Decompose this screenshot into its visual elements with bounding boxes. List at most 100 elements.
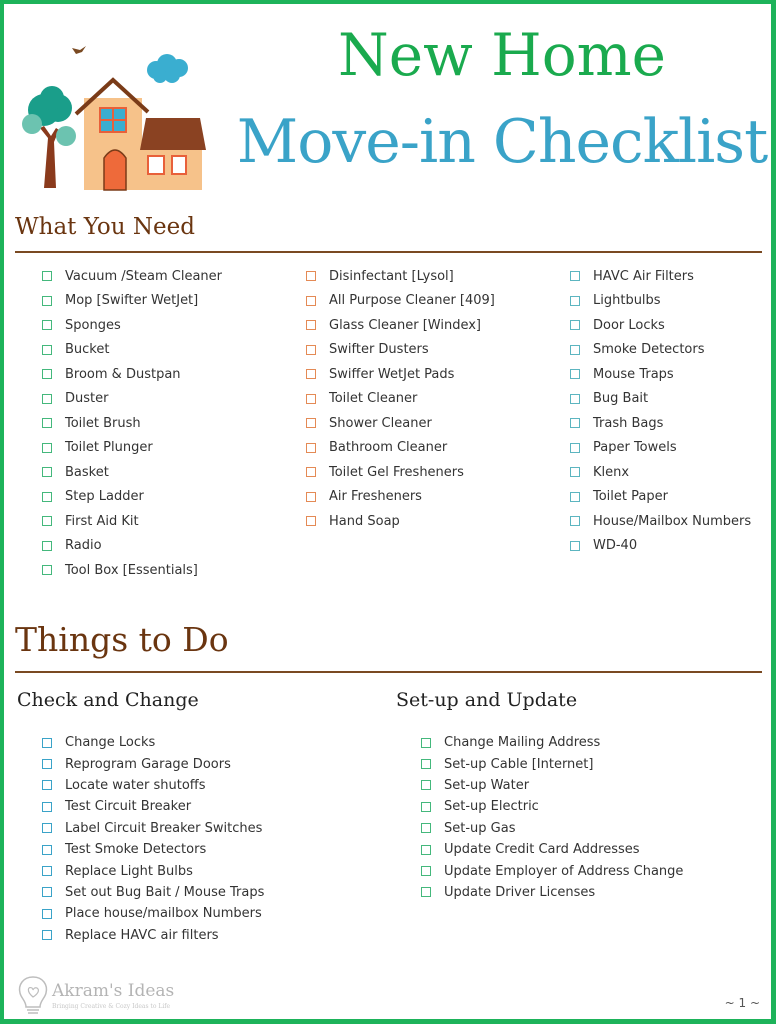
checklist-item-label: Mouse Traps bbox=[593, 366, 674, 382]
checkbox-icon[interactable] bbox=[42, 908, 52, 919]
checklist-item-label: Radio bbox=[65, 538, 102, 554]
checklist-item: Toilet Cleaner bbox=[306, 387, 495, 412]
checkbox-icon[interactable] bbox=[306, 271, 316, 282]
checkbox-icon[interactable] bbox=[570, 442, 580, 453]
checklist-item-label: Bathroom Cleaner bbox=[329, 440, 448, 456]
checkbox-icon[interactable] bbox=[306, 418, 316, 429]
checkbox-icon[interactable] bbox=[42, 467, 52, 478]
checklist-item: Update Employer of Address Change bbox=[421, 860, 683, 881]
checklist-item-label: Door Locks bbox=[593, 317, 665, 333]
checkbox-icon[interactable] bbox=[42, 418, 52, 429]
checkbox-icon[interactable] bbox=[42, 737, 52, 748]
house-illustration bbox=[22, 46, 206, 191]
checkbox-icon[interactable] bbox=[42, 369, 52, 380]
todo-column-check-and-change: Change Locks Reprogram Garage Doors Locate… bbox=[42, 732, 264, 946]
checklist-item: Bug Bait bbox=[570, 387, 751, 412]
checkbox-icon[interactable] bbox=[42, 295, 52, 306]
checklist-item: Change Locks bbox=[42, 732, 264, 753]
checklist-item-label: Mop [Swifter WetJet] bbox=[65, 293, 199, 309]
checklist-item: Update Credit Card Addresses bbox=[421, 839, 683, 860]
checkbox-icon[interactable] bbox=[42, 930, 52, 941]
checkbox-icon[interactable] bbox=[42, 823, 52, 834]
checkbox-icon[interactable] bbox=[306, 320, 316, 331]
checkbox-icon[interactable] bbox=[570, 369, 580, 380]
checkbox-icon[interactable] bbox=[42, 271, 52, 282]
checkbox-icon[interactable] bbox=[421, 844, 431, 855]
checklist-item-label: Update Credit Card Addresses bbox=[444, 842, 640, 858]
checkbox-icon[interactable] bbox=[306, 516, 316, 527]
checklist-item-label: Broom & Dustpan bbox=[65, 366, 181, 382]
checklist-item-label: Toilet Brush bbox=[65, 415, 141, 431]
checkbox-icon[interactable] bbox=[421, 866, 431, 877]
checkbox-icon[interactable] bbox=[570, 516, 580, 527]
checklist-item-label: Reprogram Garage Doors bbox=[65, 756, 231, 772]
checkbox-icon[interactable] bbox=[42, 759, 52, 770]
checkbox-icon[interactable] bbox=[42, 516, 52, 527]
checkbox-icon[interactable] bbox=[570, 295, 580, 306]
checkbox-icon[interactable] bbox=[570, 393, 580, 404]
checkbox-icon[interactable] bbox=[42, 866, 52, 877]
checkbox-icon[interactable] bbox=[42, 801, 52, 812]
checkbox-icon[interactable] bbox=[570, 344, 580, 355]
checkbox-icon[interactable] bbox=[42, 344, 52, 355]
checkbox-icon[interactable] bbox=[42, 565, 52, 576]
checklist-item-label: Smoke Detectors bbox=[593, 342, 705, 358]
checkbox-icon[interactable] bbox=[306, 393, 316, 404]
checkbox-icon[interactable] bbox=[306, 442, 316, 453]
checklist-item-label: Change Mailing Address bbox=[444, 735, 601, 751]
checklist-item: Replace HAVC air filters bbox=[42, 925, 264, 946]
checkbox-icon[interactable] bbox=[42, 780, 52, 791]
checklist-item-label: All Purpose Cleaner [409] bbox=[329, 293, 495, 309]
checklist-item-label: Trash Bags bbox=[593, 415, 664, 431]
checkbox-icon[interactable] bbox=[570, 540, 580, 551]
checklist-item-label: Set-up Electric bbox=[444, 799, 539, 815]
checkbox-icon[interactable] bbox=[42, 844, 52, 855]
checkbox-icon[interactable] bbox=[570, 271, 580, 282]
checkbox-icon[interactable] bbox=[42, 320, 52, 331]
checkbox-icon[interactable] bbox=[42, 393, 52, 404]
checklist-item: Set-up Cable [Internet] bbox=[421, 753, 683, 774]
checklist-item-label: Duster bbox=[65, 391, 109, 407]
checkbox-icon[interactable] bbox=[421, 823, 431, 834]
page-number: ~ 1 ~ bbox=[724, 996, 760, 1010]
checklist-item-label: Swiffer WetJet Pads bbox=[329, 366, 455, 382]
checkbox-icon[interactable] bbox=[421, 887, 431, 898]
checkbox-icon[interactable] bbox=[306, 369, 316, 380]
checkbox-icon[interactable] bbox=[306, 491, 316, 502]
checklist-item-label: Update Driver Licenses bbox=[444, 884, 596, 900]
title-move-in-checklist: Move-in Checklist bbox=[236, 107, 768, 177]
checklist-item-label: Klenx bbox=[593, 464, 630, 480]
checklist-item-label: Vacuum /Steam Cleaner bbox=[65, 268, 222, 284]
checkbox-icon[interactable] bbox=[306, 295, 316, 306]
checkbox-icon[interactable] bbox=[570, 491, 580, 502]
checkbox-icon[interactable] bbox=[421, 780, 431, 791]
checkbox-icon[interactable] bbox=[42, 491, 52, 502]
checkbox-icon[interactable] bbox=[306, 344, 316, 355]
supplies-column-basics: Vacuum /Steam Cleaner Mop [Swifter WetJet… bbox=[42, 264, 222, 583]
checklist-item-label: Toilet Cleaner bbox=[329, 391, 418, 407]
checklist-item-label: Set out Bug Bait / Mouse Traps bbox=[65, 884, 265, 900]
checkbox-icon[interactable] bbox=[570, 320, 580, 331]
checkbox-icon[interactable] bbox=[306, 467, 316, 478]
checkbox-icon[interactable] bbox=[42, 887, 52, 898]
checklist-item: Basket bbox=[42, 460, 222, 485]
checkbox-icon[interactable] bbox=[421, 737, 431, 748]
checklist-item: Toilet Plunger bbox=[42, 436, 222, 461]
checkbox-icon[interactable] bbox=[421, 801, 431, 812]
checklist-item: Set-up Water bbox=[421, 775, 683, 796]
checklist-item: HAVC Air Filters bbox=[570, 264, 751, 289]
checklist-item: Glass Cleaner [Windex] bbox=[306, 313, 495, 338]
checklist-item: Swiffer WetJet Pads bbox=[306, 362, 495, 387]
checkbox-icon[interactable] bbox=[570, 467, 580, 478]
checkbox-icon[interactable] bbox=[42, 540, 52, 551]
checklist-item-label: Test Smoke Detectors bbox=[65, 842, 207, 858]
checkbox-icon[interactable] bbox=[421, 759, 431, 770]
checklist-item-label: Set-up Cable [Internet] bbox=[444, 756, 594, 772]
checkbox-icon[interactable] bbox=[42, 442, 52, 453]
checklist-item: Bucket bbox=[42, 338, 222, 363]
checklist-item: Label Circuit Breaker Switches bbox=[42, 818, 264, 839]
checkbox-icon[interactable] bbox=[570, 418, 580, 429]
checklist-item-label: Locate water shutoffs bbox=[65, 777, 206, 793]
checklist-item-label: Replace Light Bulbs bbox=[65, 863, 193, 879]
checklist-item: Test Circuit Breaker bbox=[42, 796, 264, 817]
